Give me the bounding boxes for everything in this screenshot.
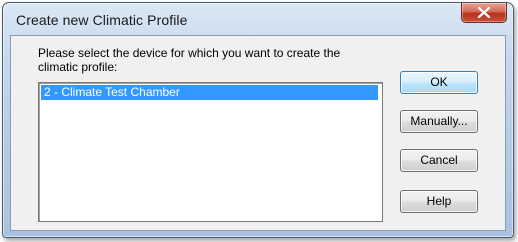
title-bar[interactable]: Create new Climatic Profile xyxy=(3,3,513,35)
ok-button[interactable]: OK xyxy=(400,71,478,94)
close-icon xyxy=(477,7,491,18)
instruction-label: Please select the device for which you w… xyxy=(38,46,341,74)
manually-button[interactable]: Manually... xyxy=(400,110,478,133)
cancel-button[interactable]: Cancel xyxy=(400,149,478,172)
dialog-window: Create new Climatic Profile Please selec… xyxy=(2,2,514,238)
dialog-body: Please select the device for which you w… xyxy=(10,35,506,231)
close-button[interactable] xyxy=(461,3,507,23)
device-listbox[interactable]: 2 - Climate Test Chamber xyxy=(38,82,383,222)
help-button[interactable]: Help xyxy=(400,190,478,213)
list-item-climate-test-chamber[interactable]: 2 - Climate Test Chamber xyxy=(41,85,378,100)
dialog-title: Create new Climatic Profile xyxy=(16,12,188,28)
